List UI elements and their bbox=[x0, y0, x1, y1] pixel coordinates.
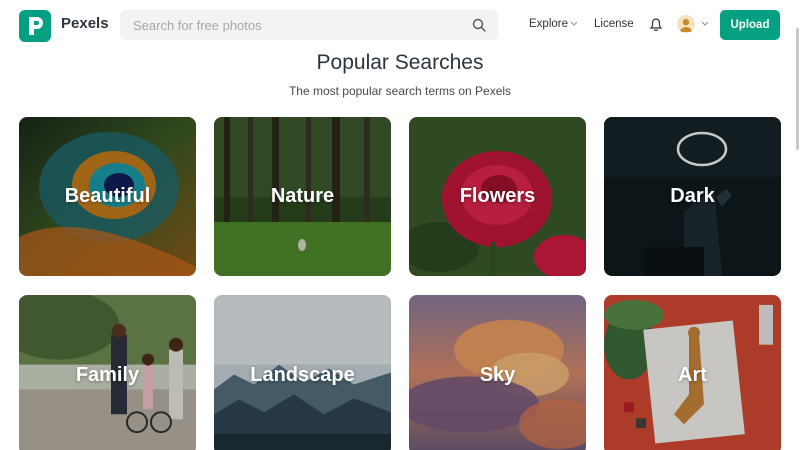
nav-license[interactable]: License bbox=[594, 18, 634, 30]
pexels-logo-icon[interactable] bbox=[19, 10, 51, 42]
bell-icon[interactable] bbox=[650, 18, 662, 31]
tile-label: Nature bbox=[270, 185, 335, 207]
tile-dark[interactable]: Dark bbox=[604, 117, 781, 276]
tile-nature[interactable]: Nature bbox=[214, 117, 391, 276]
page-title: Popular Searches bbox=[316, 51, 484, 74]
page-subtitle: The most popular search terms on Pexels bbox=[288, 84, 512, 98]
search-icon[interactable] bbox=[472, 18, 486, 32]
tile-label: Landscape bbox=[250, 363, 355, 386]
avatar[interactable] bbox=[677, 15, 695, 33]
tile-beautiful[interactable]: Beautiful bbox=[19, 117, 196, 276]
search-bar[interactable] bbox=[120, 10, 498, 40]
brand-name[interactable]: Pexels bbox=[61, 15, 109, 32]
tile-label: Sky bbox=[479, 363, 516, 386]
tile-landscape[interactable]: Landscape bbox=[214, 295, 391, 450]
tile-label: Family bbox=[75, 363, 140, 386]
upload-button[interactable]: Upload bbox=[720, 10, 780, 40]
tile-family[interactable]: Family bbox=[19, 295, 196, 450]
search-input[interactable] bbox=[120, 10, 460, 40]
tile-art[interactable]: Art bbox=[604, 295, 781, 450]
tile-label: Art bbox=[678, 363, 707, 386]
tile-label: Flowers bbox=[459, 185, 536, 207]
tile-label: Dark bbox=[670, 185, 715, 207]
tile-label: Beautiful bbox=[64, 185, 151, 207]
tile-flowers[interactable]: Flowers bbox=[409, 117, 586, 276]
top-navbar: Pexels Explore License Upload bbox=[0, 0, 800, 50]
nav-explore[interactable]: Explore bbox=[529, 18, 568, 30]
chevron-down-icon[interactable] bbox=[701, 21, 709, 27]
tile-sky[interactable]: Sky bbox=[409, 295, 586, 450]
chevron-down-icon[interactable] bbox=[570, 21, 578, 27]
